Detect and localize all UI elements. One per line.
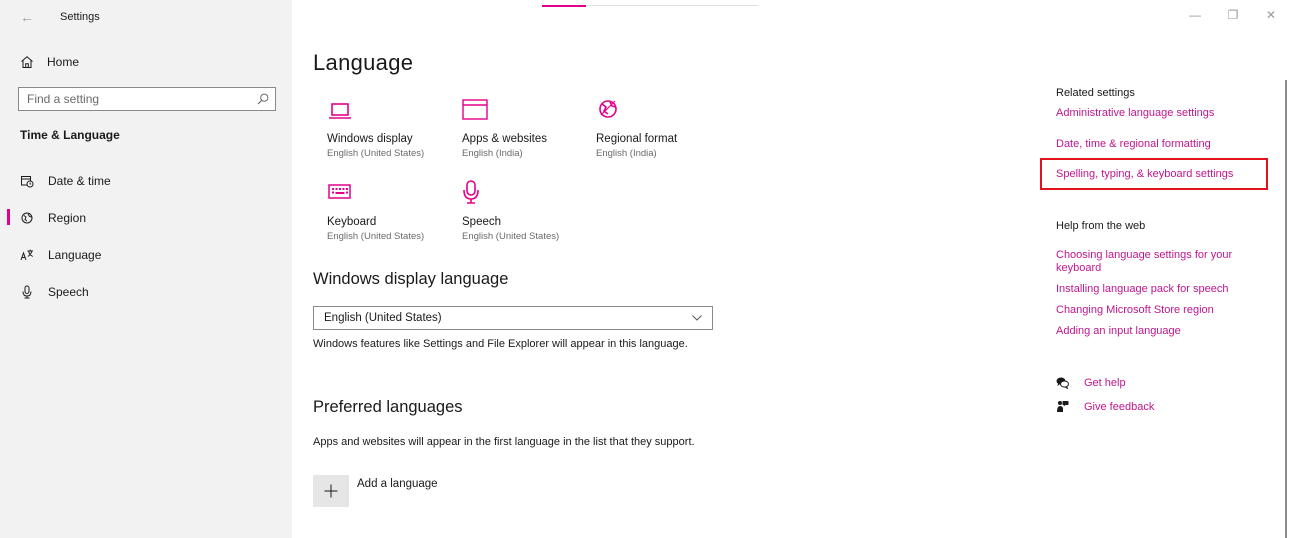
back-arrow-icon[interactable]: ← — [20, 10, 34, 24]
help-from-web-heading: Help from the web — [1056, 220, 1146, 232]
globe-icon — [21, 212, 33, 224]
preferred-languages-heading: Preferred languages — [313, 398, 463, 416]
sidebar-item-region[interactable]: Region — [0, 203, 292, 233]
give-feedback-link[interactable]: Give feedback — [1056, 400, 1154, 413]
divider — [586, 5, 758, 6]
home-nav-item[interactable]: Home — [20, 55, 79, 69]
tile-name: Windows display — [327, 133, 413, 145]
close-button[interactable]: ✕ — [1252, 0, 1290, 30]
sidebar-item-label: Language — [48, 248, 102, 262]
preferred-languages-description: Apps and websites will appear in the fir… — [313, 436, 695, 448]
microphone-icon — [22, 285, 32, 299]
tile-name: Speech — [462, 216, 502, 228]
tile-value: English (India) — [596, 148, 657, 159]
globe-icon — [599, 100, 617, 118]
add-language-label: Add a language — [357, 478, 438, 490]
display-language-heading: Windows display language — [313, 270, 509, 288]
app-title: Settings — [60, 11, 100, 23]
tile-speech[interactable]: Speech English (United States) — [462, 180, 592, 242]
give-feedback-label: Give feedback — [1084, 400, 1155, 413]
laptop-icon — [329, 103, 351, 119]
sidebar-item-date-time[interactable]: Date & time — [0, 166, 292, 196]
tile-name: Regional format — [596, 133, 678, 145]
display-language-description: Windows features like Settings and File … — [313, 338, 688, 350]
related-settings-heading: Related settings — [1056, 87, 1135, 99]
link-changing-store-region[interactable]: Changing Microsoft Store region — [1056, 304, 1266, 317]
plus-icon — [324, 484, 338, 498]
language-icon — [20, 249, 34, 261]
chevron-down-icon — [692, 315, 702, 321]
link-installing-language-pack[interactable]: Installing language pack for speech — [1056, 283, 1266, 296]
microphone-icon — [463, 180, 479, 204]
link-date-time-regional-formatting[interactable]: Date, time & regional formatting — [1056, 138, 1266, 151]
tile-value: English (India) — [462, 148, 523, 159]
calendar-clock-icon — [21, 176, 34, 188]
link-adding-input-language[interactable]: Adding an input language — [1056, 325, 1266, 338]
home-icon — [21, 56, 33, 68]
display-language-dropdown[interactable]: English (United States) — [313, 306, 713, 330]
window-icon — [462, 99, 488, 120]
tile-windows-display[interactable]: Windows display English (United States) — [327, 97, 457, 159]
page-title: Language — [313, 50, 414, 75]
tile-value: English (United States) — [327, 231, 425, 242]
keyboard-icon — [328, 184, 351, 199]
maximize-button[interactable]: ❐ — [1214, 0, 1252, 30]
sidebar-item-label: Date & time — [48, 174, 111, 188]
tile-name: Keyboard — [327, 216, 377, 228]
tile-regional-format[interactable]: Regional format English (India) — [596, 97, 726, 159]
get-help-link[interactable]: Get help — [1056, 376, 1126, 389]
tile-name: Apps & websites — [462, 133, 548, 145]
link-choosing-language-settings[interactable]: Choosing language settings for your keyb… — [1056, 249, 1266, 275]
window-controls: — ❐ ✕ — [1176, 0, 1290, 30]
search-icon[interactable] — [257, 93, 269, 105]
selection-indicator — [7, 209, 10, 225]
search-input[interactable] — [19, 88, 239, 110]
link-administrative-language-settings[interactable]: Administrative language settings — [1056, 107, 1266, 120]
sidebar-item-speech[interactable]: Speech — [0, 277, 292, 307]
add-language-button[interactable]: Add a language — [313, 475, 438, 507]
section-title: Time & Language — [20, 128, 120, 142]
add-icon-box — [313, 475, 349, 507]
dropdown-value: English (United States) — [324, 312, 442, 324]
tile-keyboard[interactable]: Keyboard English (United States) — [327, 180, 457, 242]
get-help-label: Get help — [1084, 376, 1126, 389]
chat-help-icon — [1056, 377, 1069, 389]
sidebar-item-label: Speech — [48, 285, 89, 299]
tile-apps-websites[interactable]: Apps & websites English (India) — [462, 97, 592, 159]
tile-value: English (United States) — [327, 148, 425, 159]
progress-indicator — [542, 5, 586, 7]
search-box[interactable] — [18, 87, 276, 111]
highlight-box — [1040, 158, 1268, 190]
scrollbar[interactable] — [1285, 80, 1287, 538]
tile-value: English (United States) — [462, 231, 560, 242]
minimize-button[interactable]: — — [1176, 0, 1214, 30]
home-label: Home — [47, 55, 80, 69]
sidebar-item-label: Region — [48, 211, 87, 225]
sidebar-item-language[interactable]: Language — [0, 240, 292, 270]
sidebar: ← Settings Home Time & Language Date & t… — [0, 0, 292, 538]
feedback-icon — [1057, 401, 1069, 412]
